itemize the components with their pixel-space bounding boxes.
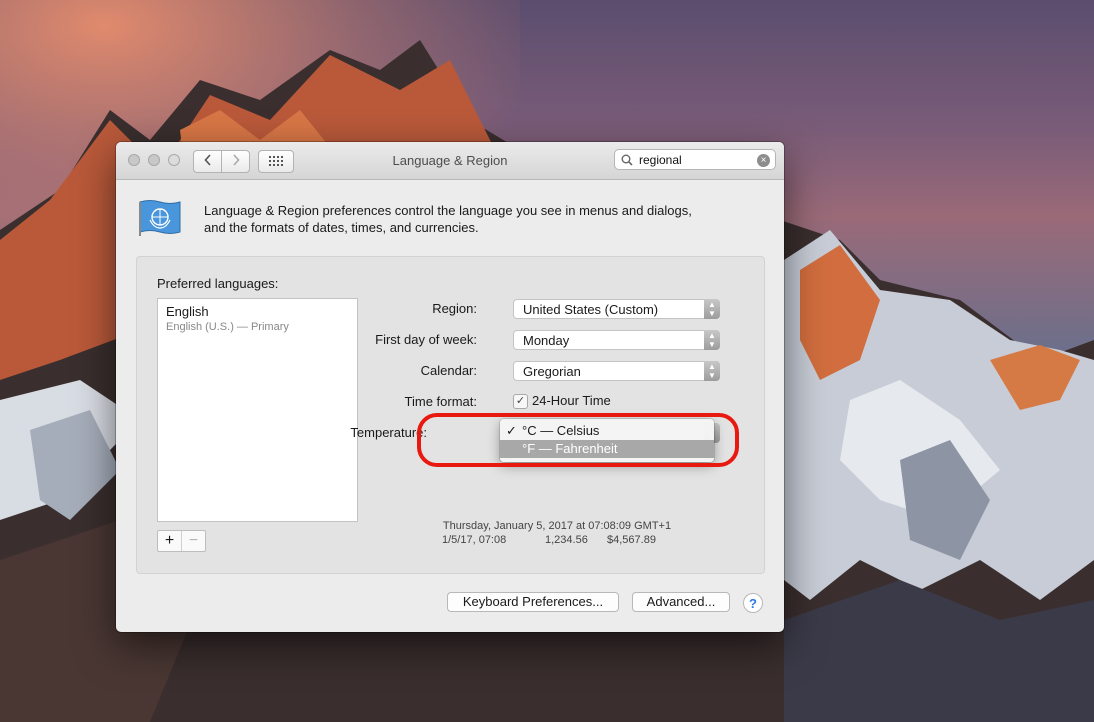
keyboard-preferences-button[interactable]: Keyboard Preferences... [447, 592, 619, 612]
preferred-languages-label: Preferred languages: [157, 276, 279, 291]
chevron-updown-icon: ▲▼ [704, 330, 720, 350]
add-language-button[interactable]: + [158, 531, 181, 551]
titlebar: Language & Region × [116, 142, 784, 180]
sample-currency: $4,567.89 [607, 534, 656, 546]
language-detail: English (U.S.) — Primary [166, 321, 289, 333]
region-value: United States (Custom) [523, 302, 659, 317]
add-remove-buttons: + − [157, 530, 206, 552]
search-input[interactable] [639, 152, 751, 167]
clear-icon[interactable]: × [757, 154, 770, 167]
calendar-value: Gregorian [523, 364, 581, 379]
first-day-value: Monday [523, 333, 570, 348]
calendar-label: Calendar: [420, 363, 477, 378]
chevron-updown-icon: ▲▼ [704, 361, 720, 381]
un-flag-icon [138, 198, 182, 241]
calendar-popup[interactable]: Gregorian ▲ ▼ [513, 361, 720, 381]
sample-date: Thursday, January 5, 2017 at 07:08:09 GM… [442, 520, 672, 532]
first-day-popup[interactable]: Monday ▲ ▼ [513, 330, 720, 350]
language-region-window: Language & Region × Language & Region pr… [116, 142, 784, 632]
sample-short-date: 1/5/17, 07:08 [442, 534, 507, 546]
description-line-1: Language & Region preferences control th… [204, 203, 692, 218]
highlight-annotation [417, 413, 739, 467]
region-label: Region: [432, 301, 477, 316]
description: Language & Region preferences control th… [204, 202, 764, 236]
chevron-updown-icon: ▲▼ [704, 299, 720, 319]
time-format-option[interactable]: 24-Hour Time [532, 393, 611, 408]
time-format-label: Time format: [404, 394, 477, 409]
temperature-label: Temperature: [350, 425, 427, 440]
help-button[interactable]: ? [743, 593, 763, 613]
remove-language-button[interactable]: − [181, 531, 205, 551]
sample-number: 1,234.56 [545, 534, 588, 546]
language-name[interactable]: English [166, 304, 209, 319]
search-field[interactable]: × [614, 149, 776, 170]
advanced-button[interactable]: Advanced... [632, 592, 730, 612]
description-line-2: and the formats of dates, times, and cur… [204, 220, 479, 235]
time-format-checkbox[interactable]: ✓ [513, 394, 528, 409]
first-day-label: First day of week: [375, 332, 477, 347]
region-popup[interactable]: United States (Custom) ▲ ▼ [513, 299, 720, 319]
search-icon [621, 154, 633, 169]
